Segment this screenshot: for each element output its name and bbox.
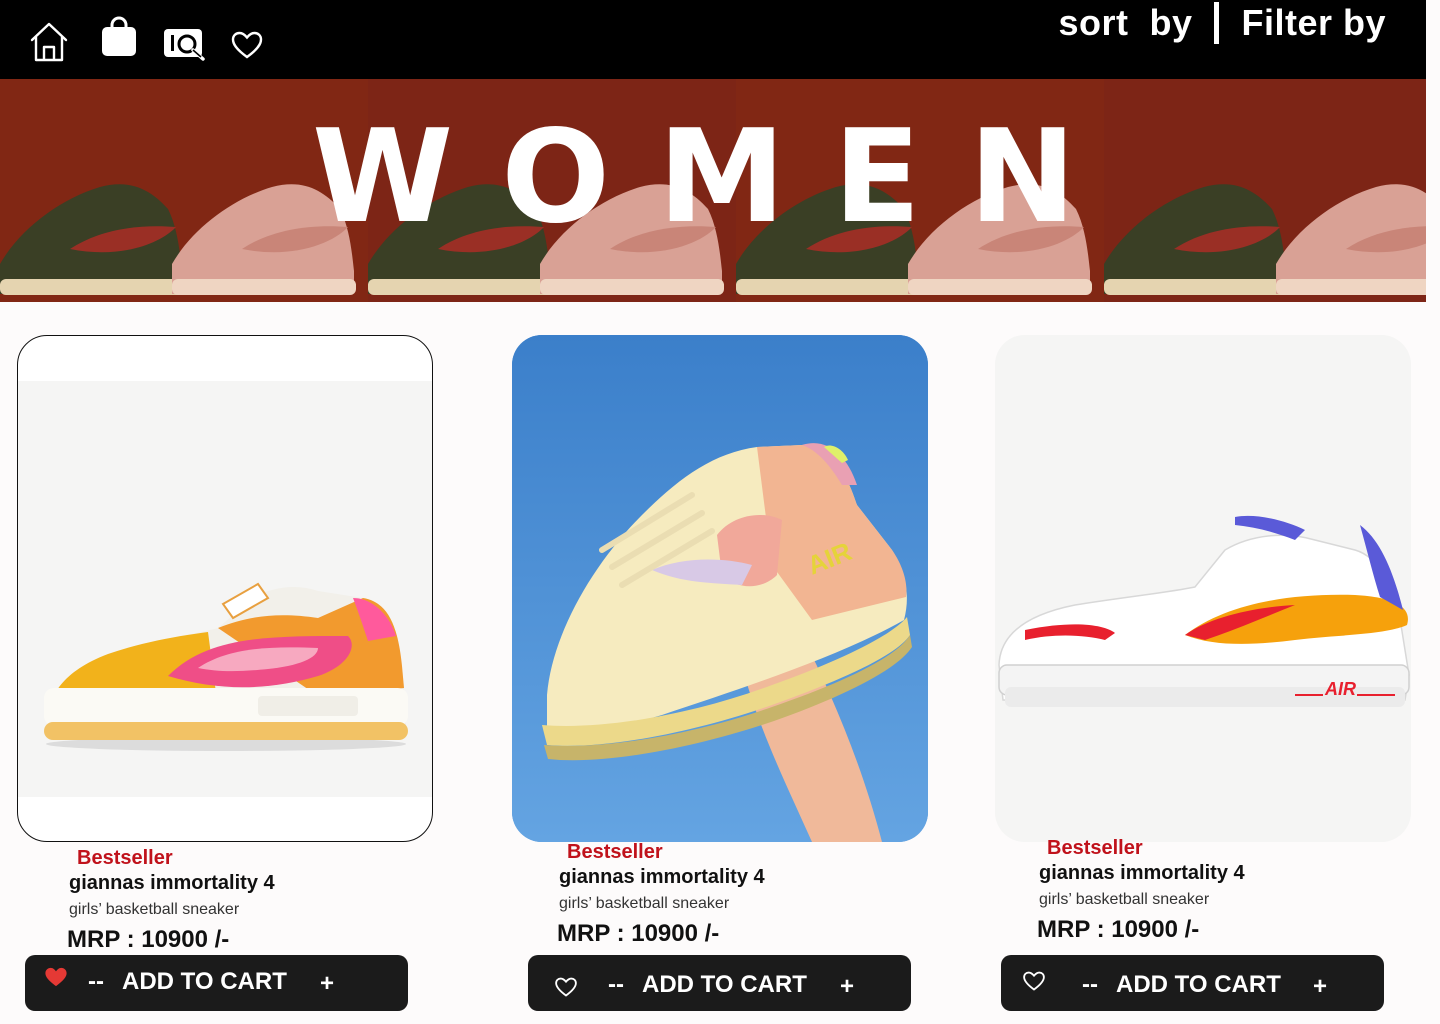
add-to-cart-label: ADD TO CART xyxy=(122,968,287,995)
wishlist-heart-icon[interactable] xyxy=(1022,970,1046,997)
sort-filter-controls: sort by Filter by xyxy=(1058,0,1386,46)
filter-by-button[interactable]: Filter by xyxy=(1241,2,1386,44)
product-price: MRP : 10900 /- xyxy=(1037,916,1200,943)
visual-search-icon[interactable] xyxy=(163,26,207,62)
add-to-cart-label: ADD TO CART xyxy=(642,971,807,998)
product-image[interactable]: AIR xyxy=(995,335,1411,842)
sort-by-button[interactable]: sort by xyxy=(1058,2,1192,44)
product-listing-page: sort by Filter by WOMEN AIR AIR Bestsell… xyxy=(0,0,1440,1024)
product-name[interactable]: giannas immortality 4 xyxy=(559,866,765,889)
product-description: girls’ basketball sneaker xyxy=(69,901,240,918)
increase-quantity-button[interactable]: + xyxy=(840,973,854,1001)
add-to-cart-label: ADD TO CART xyxy=(1116,971,1281,998)
product-image[interactable] xyxy=(17,335,433,842)
top-navigation-bar: sort by Filter by xyxy=(0,0,1426,79)
wishlist-heart-icon[interactable] xyxy=(554,976,578,1003)
product-price: MRP : 10900 /- xyxy=(557,920,720,947)
bestseller-badge: Bestseller xyxy=(1047,837,1143,859)
product-price: MRP : 10900 /- xyxy=(67,926,230,953)
product-name[interactable]: giannas immortality 4 xyxy=(69,872,275,895)
shopping-bag-icon[interactable] xyxy=(100,16,138,58)
bestseller-badge: Bestseller xyxy=(77,847,173,869)
increase-quantity-button[interactable]: + xyxy=(320,970,334,998)
product-description: girls’ basketball sneaker xyxy=(559,895,730,912)
bestseller-badge: Bestseller xyxy=(567,841,663,863)
decrease-quantity-button[interactable]: -- xyxy=(88,968,104,996)
divider xyxy=(1214,2,1220,44)
product-name[interactable]: giannas immortality 4 xyxy=(1039,862,1245,885)
decrease-quantity-button[interactable]: -- xyxy=(608,971,624,999)
decrease-quantity-button[interactable]: -- xyxy=(1082,971,1098,999)
svg-text:AIR: AIR xyxy=(1324,679,1356,699)
category-banner: WOMEN xyxy=(0,79,1426,302)
wishlist-heart-icon[interactable] xyxy=(44,966,68,993)
increase-quantity-button[interactable]: + xyxy=(1313,973,1327,1001)
product-description: girls’ basketball sneaker xyxy=(1039,891,1210,908)
home-icon[interactable] xyxy=(28,20,70,64)
product-image[interactable]: AIR xyxy=(512,335,928,842)
heart-icon[interactable] xyxy=(230,30,264,60)
banner-title: WOMEN xyxy=(312,103,1124,252)
